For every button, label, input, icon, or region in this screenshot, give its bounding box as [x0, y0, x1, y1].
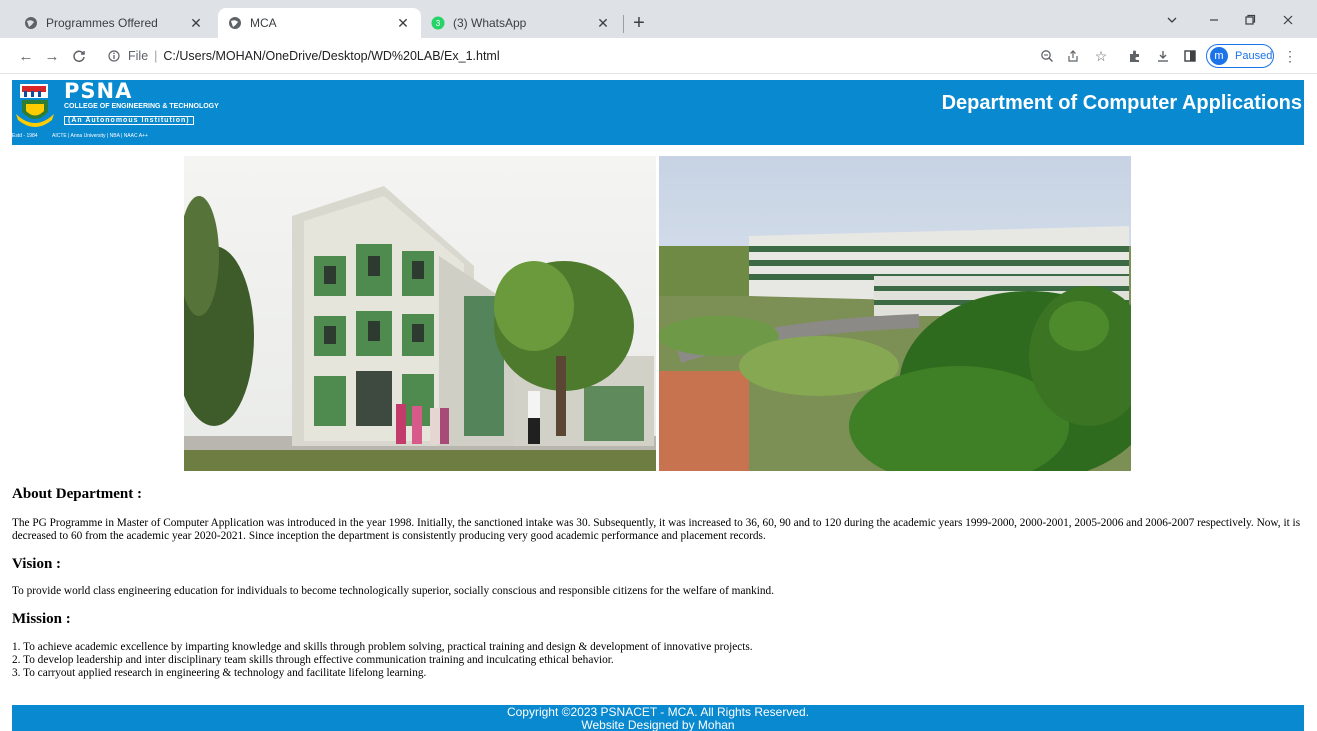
- extensions-icon[interactable]: [1126, 47, 1144, 65]
- avatar: m: [1210, 47, 1228, 65]
- tab-search-chevron-icon[interactable]: [1162, 10, 1182, 30]
- about-heading: About Department :: [12, 486, 142, 502]
- new-tab-button[interactable]: +: [628, 12, 650, 34]
- reload-icon[interactable]: [69, 46, 89, 66]
- side-panel-icon[interactable]: [1181, 47, 1199, 65]
- info-icon[interactable]: [106, 48, 122, 64]
- mission-item: 2. To develop leadership and inter disci…: [12, 654, 614, 666]
- mission-heading: Mission :: [12, 611, 71, 627]
- about-text: The PG Programme in Master of Computer A…: [12, 517, 1301, 542]
- tab-title: MCA: [250, 16, 277, 30]
- logo-estd: Estd - 1984: [12, 133, 38, 139]
- logo-accreditation: AICTE | Anna University | NBA | NAAC A++: [52, 133, 148, 139]
- url-text: C:/Users/MOHAN/OneDrive/Desktop/WD%20LAB…: [163, 49, 500, 63]
- tab-whatsapp[interactable]: 3 (3) WhatsApp ✕: [421, 8, 621, 38]
- logo-autonomous: (An Autonomous Institution): [64, 116, 194, 125]
- close-icon[interactable]: ✕: [595, 15, 611, 31]
- campus-photos: [184, 156, 1131, 471]
- campus-photo-aerial-view: [659, 156, 1131, 471]
- restore-button[interactable]: [1240, 10, 1260, 30]
- main-content: About Department : The PG Programme in M…: [12, 486, 1304, 680]
- college-logo[interactable]: PSNA COLLEGE OF ENGINEERING & TECHNOLOGY…: [12, 79, 219, 145]
- zoom-icon[interactable]: [1038, 47, 1056, 65]
- bookmark-star-icon[interactable]: ☆: [1092, 47, 1110, 65]
- menu-kebab-icon[interactable]: ⋮: [1281, 47, 1299, 65]
- site-header: PSNA COLLEGE OF ENGINEERING & TECHNOLOGY…: [12, 79, 1304, 145]
- profile-button[interactable]: m Paused: [1206, 44, 1274, 68]
- back-arrow-icon[interactable]: ←: [16, 46, 36, 66]
- browser-toolbar: ← → File | C:/Users/MOHAN/OneDrive/Deskt…: [0, 38, 1317, 74]
- site-footer: Copyright ©2023 PSNACET - MCA. All Right…: [12, 705, 1304, 731]
- mission-item: 1. To achieve academic excellence by imp…: [12, 641, 753, 653]
- globe-icon: [24, 16, 38, 30]
- url-separator: |: [154, 49, 158, 63]
- logo-college-name: COLLEGE OF ENGINEERING & TECHNOLOGY: [64, 103, 219, 110]
- url-scheme: File: [128, 49, 149, 63]
- whatsapp-icon: 3: [431, 16, 445, 30]
- profile-status: Paused: [1235, 50, 1273, 62]
- tab-title: (3) WhatsApp: [453, 16, 527, 30]
- vision-text: To provide world class engineering educa…: [12, 585, 775, 597]
- page-title: Department of Computer Applications: [941, 92, 1302, 114]
- tab-title: Programmes Offered: [46, 16, 158, 30]
- tab-mca[interactable]: MCA ✕: [218, 8, 421, 38]
- whatsapp-badge: 3: [436, 19, 441, 28]
- vision-heading: Vision :: [12, 556, 62, 572]
- college-crest-icon: [16, 84, 54, 127]
- share-icon[interactable]: [1064, 47, 1082, 65]
- close-window-button[interactable]: [1278, 10, 1298, 30]
- close-icon[interactable]: ✕: [395, 15, 411, 31]
- footer-designer: Website Designed by Mohan: [581, 718, 735, 731]
- download-icon[interactable]: [1154, 47, 1172, 65]
- forward-arrow-icon[interactable]: →: [42, 46, 62, 66]
- close-icon[interactable]: ✕: [188, 15, 204, 31]
- globe-icon: [228, 16, 242, 30]
- tab-programmes-offered[interactable]: Programmes Offered ✕: [14, 8, 214, 38]
- tab-divider: [623, 15, 624, 33]
- campus-photo-tachyon-block: [184, 156, 656, 471]
- minimize-button[interactable]: [1204, 10, 1224, 30]
- mission-item: 3. To carryout applied research in engin…: [12, 667, 427, 679]
- logo-brand: PSNA: [64, 79, 133, 103]
- browser-tabstrip: Programmes Offered ✕ MCA ✕ 3 (3) WhatsAp…: [0, 0, 1317, 38]
